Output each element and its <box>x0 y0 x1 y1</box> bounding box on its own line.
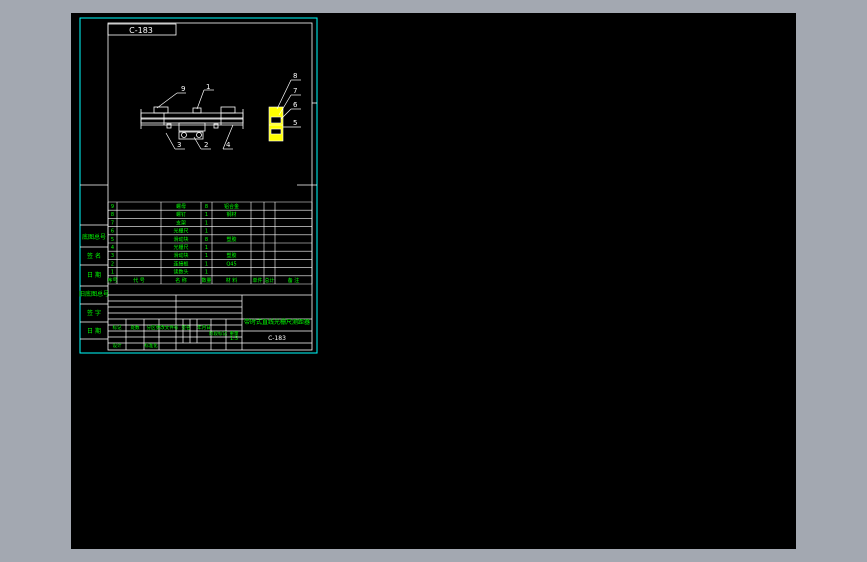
bom-table: 9 螺母 8 铝合金 8 螺钉 1 钢材 7 支架 1 6 光栅尺 1 5 滑动块 8 塑胶 4 光栅尺 1 3 滑动块 1 塑… <box>107 201 313 285</box>
bom-cell-qty: 1 <box>205 220 208 226</box>
bom-header-code: 代 号 <box>133 277 145 284</box>
bom-cell-qty: 1 <box>205 229 208 235</box>
balloon-4: 4 <box>226 141 231 149</box>
bom-cell-qty: 8 <box>205 237 208 243</box>
bom-header-no: 序号 <box>107 277 117 284</box>
bom-header-total: 总计 <box>264 277 274 284</box>
side-label-3: 旧底图总号 <box>79 290 109 298</box>
side-label-column <box>80 224 108 340</box>
bom-header-unit: 单件 <box>252 277 262 284</box>
bom-header-remark: 备 注 <box>288 277 300 284</box>
sheet-outer-border <box>79 17 318 354</box>
tb-date: 年月日 <box>197 324 211 331</box>
balloon-6: 6 <box>293 101 298 109</box>
tb-stage: 阶段标记 <box>209 330 227 337</box>
bom-header-material: 材 料 <box>226 277 238 284</box>
tb-sign: 签名 <box>182 324 191 331</box>
tb-weight: 重量 <box>230 330 239 337</box>
bom-cell-material: Q45 <box>226 261 236 267</box>
bom-header-qty: 数量 <box>201 277 211 284</box>
main-view-leaders <box>156 89 234 150</box>
balloon-7: 7 <box>293 87 297 95</box>
title-block-number: C-183 <box>268 335 286 342</box>
bom-cell-material: 钢材 <box>226 211 236 218</box>
bom-cell-name: 光栅尺 <box>173 244 188 251</box>
bom-cell-qty: 1 <box>205 261 208 267</box>
bom-cell-name: 连接板 <box>173 260 188 267</box>
bom-cell-no: 1 <box>111 270 114 276</box>
bom-cell-name: 光栅尺 <box>173 228 188 235</box>
balloon-3: 3 <box>177 141 181 149</box>
bom-cell-no: 6 <box>111 229 114 235</box>
bom-cell-no: 2 <box>111 261 114 267</box>
balloon-5: 5 <box>293 119 297 127</box>
bom-cell-qty: 8 <box>205 204 208 210</box>
bom-cell-material: 塑胶 <box>226 252 236 259</box>
balloon-8: 8 <box>293 72 297 80</box>
bom-cell-no: 5 <box>111 237 114 243</box>
bom-header-name: 名 称 <box>175 277 187 284</box>
side-label-1: 签 名 <box>87 252 101 260</box>
bom-cell-name: 螺钉 <box>176 211 186 218</box>
bom-cell-qty: 1 <box>205 212 208 218</box>
cad-viewport[interactable]: C-183 9 1 3 2 4 8 7 6 5 底图总号 签 名 日 期 旧底图… <box>71 13 796 549</box>
bom-cell-name: 支架 <box>176 219 186 226</box>
bom-cell-qty: 1 <box>205 253 208 259</box>
title-block-title: 带时式直线光栅尺测距器 <box>244 318 310 326</box>
bom-cell-qty: 1 <box>205 245 208 251</box>
bom-cell-material: 铝合金 <box>224 203 239 210</box>
side-label-2: 日 期 <box>87 271 101 279</box>
bom-cell-name: 滑动块 <box>173 236 188 243</box>
tb-count: 处数 <box>131 324 140 331</box>
bom-cell-no: 9 <box>111 204 114 210</box>
side-label-4: 签 字 <box>87 309 101 317</box>
tb-zone: 分区 <box>147 324 156 331</box>
side-label-5: 日 期 <box>87 327 101 335</box>
cad-drawing-sheet: C-183 9 1 3 2 4 8 7 6 5 底图总号 签 名 日 期 旧底图… <box>79 17 318 354</box>
bom-cell-qty: 1 <box>205 270 208 276</box>
bom-cell-material: 塑胶 <box>226 236 236 243</box>
balloon-9: 9 <box>181 85 185 93</box>
bom-cell-name: 滑动块 <box>173 252 188 259</box>
tb-std: 标准化 <box>144 342 158 349</box>
tb-design: 设计 <box>113 342 122 349</box>
bom-cell-name: 螺母 <box>176 203 186 210</box>
tb-mark: 标记 <box>113 324 122 331</box>
main-assembly-view <box>140 106 244 140</box>
balloon-2: 2 <box>204 141 208 149</box>
tb-change: 更改文件号 <box>156 324 179 331</box>
balloon-1: 1 <box>206 83 210 91</box>
side-label-0: 底图总号 <box>82 233 106 241</box>
bom-cell-no: 3 <box>111 253 114 259</box>
bom-cell-name: 读数头 <box>173 269 188 276</box>
drawing-number: C-183 <box>129 26 153 35</box>
bom-cell-no: 8 <box>111 212 114 218</box>
bom-cell-no: 4 <box>111 245 114 251</box>
bom-cell-no: 7 <box>111 220 114 226</box>
